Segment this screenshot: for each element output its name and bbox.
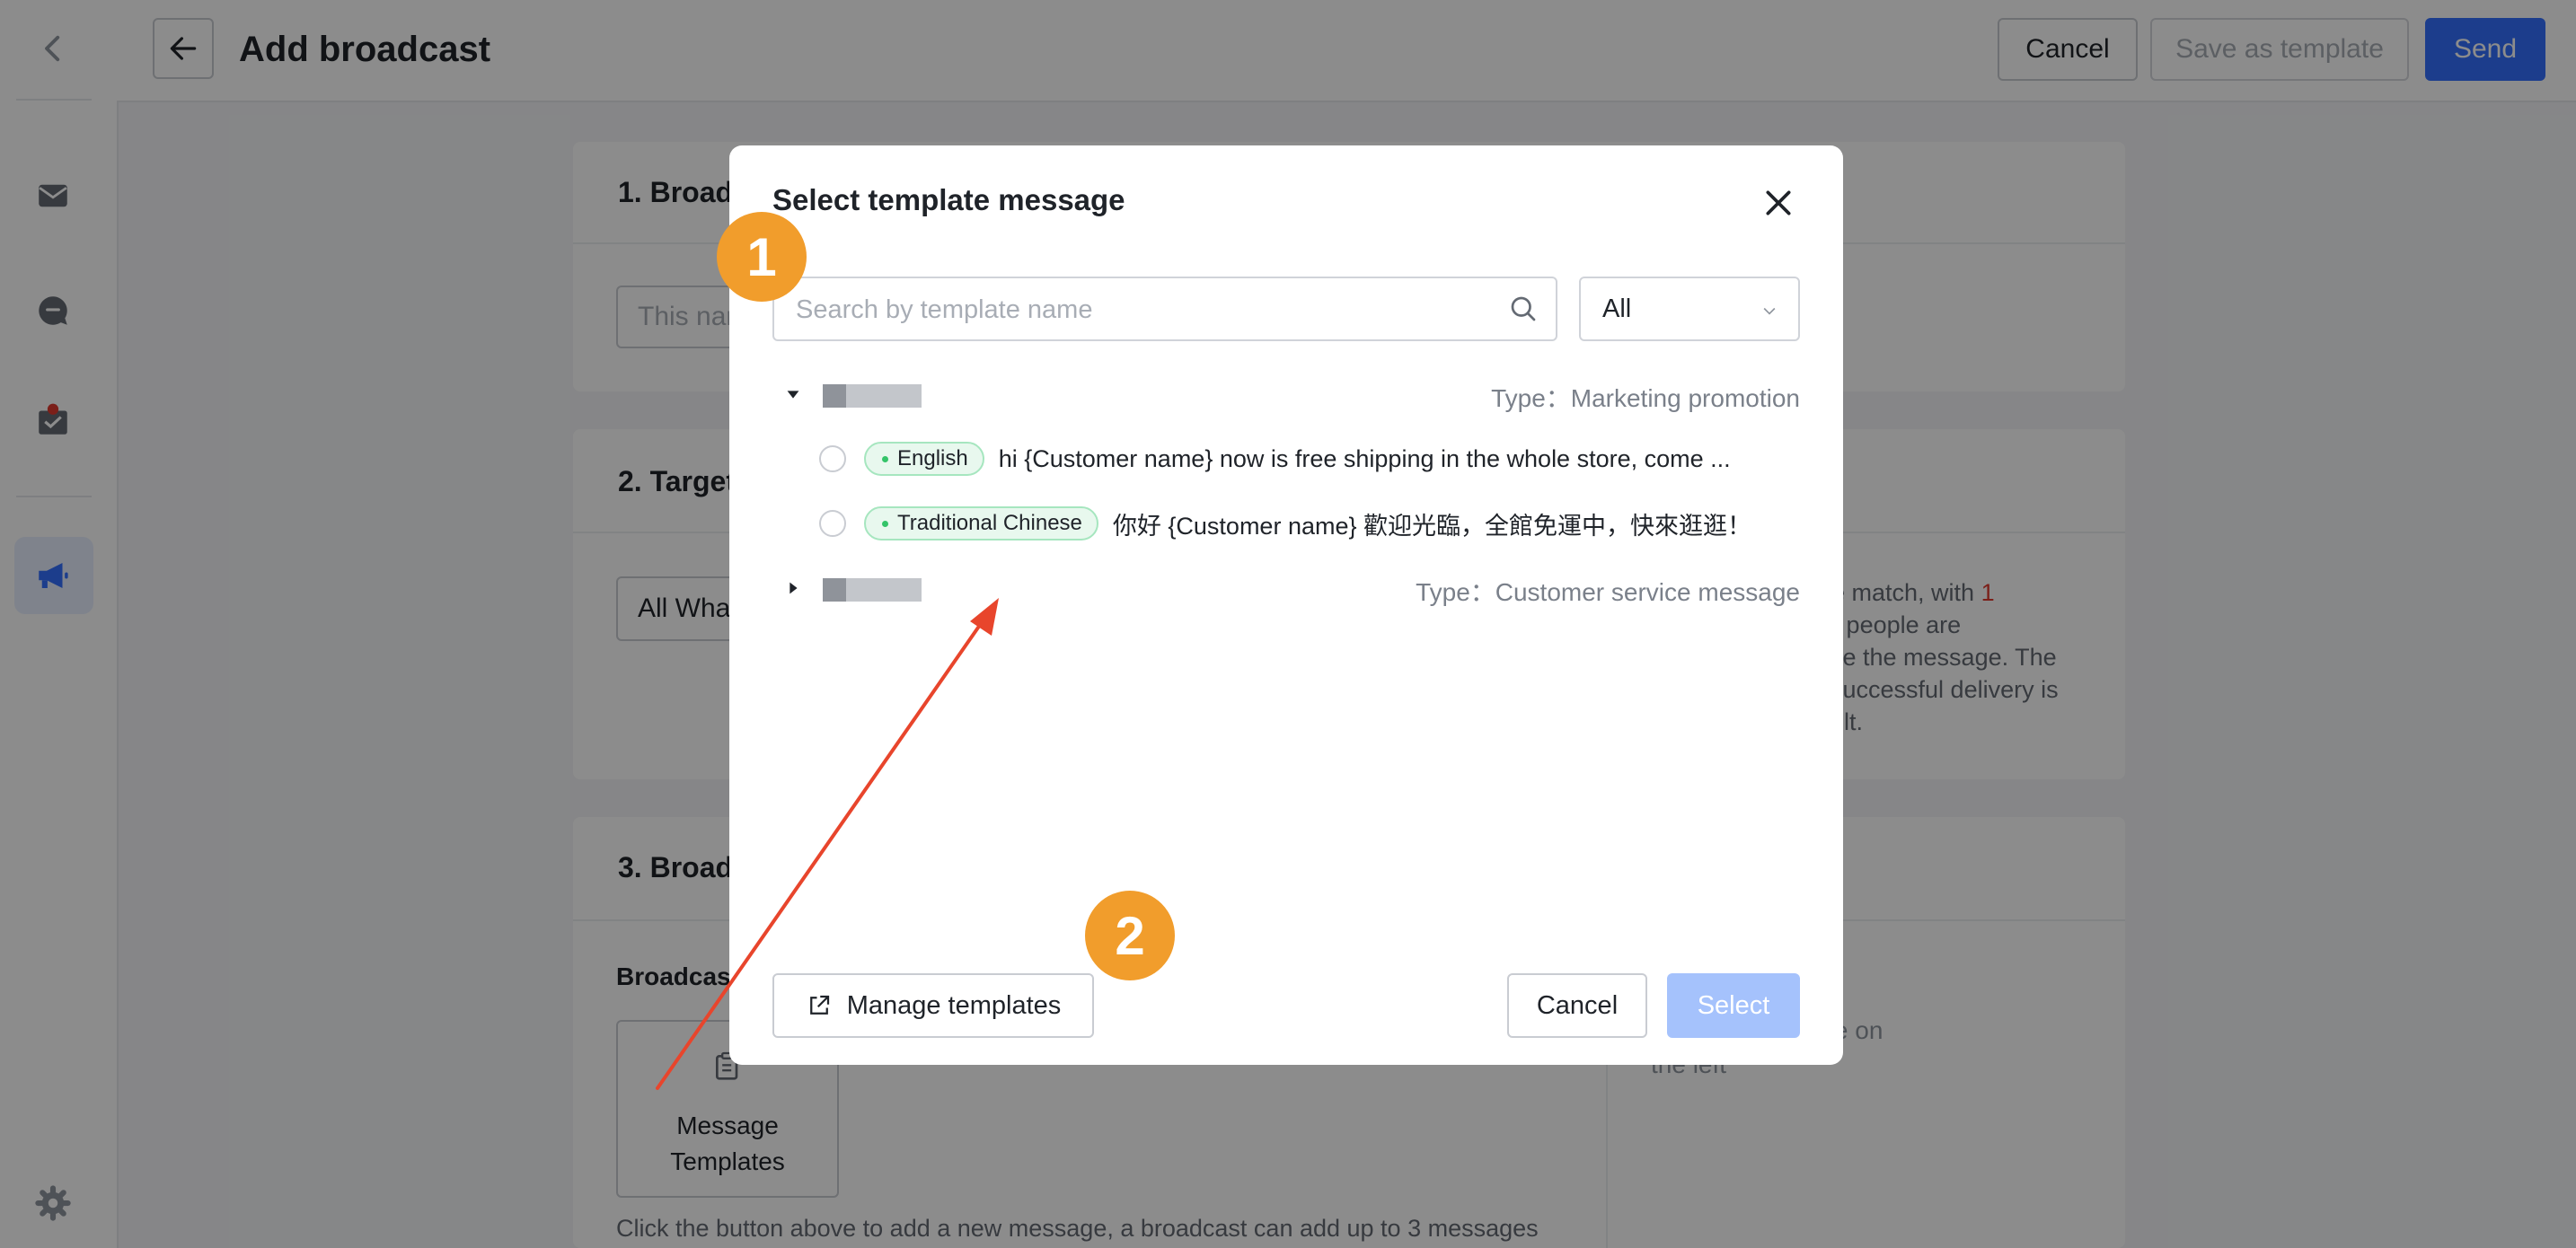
template-group[interactable]: Type：Marketing promotion	[772, 372, 1800, 417]
template-option[interactable]: English hi {Customer name} now is free s…	[819, 436, 1800, 481]
type-filter-select[interactable]: All	[1579, 277, 1800, 341]
redacted-group-name	[823, 578, 922, 602]
search-icon[interactable]	[1507, 293, 1539, 325]
manage-templates-button[interactable]: Manage templates	[772, 973, 1094, 1038]
template-option[interactable]: Traditional Chinese 你好 {Customer name} 歡…	[819, 501, 1800, 546]
group-type-label: Type：Customer service message	[1416, 578, 1800, 606]
modal-cancel-button[interactable]: Cancel	[1507, 973, 1647, 1038]
caret-down-icon[interactable]	[783, 384, 803, 404]
external-link-icon	[809, 995, 829, 1015]
template-radio[interactable]	[819, 445, 846, 472]
template-preview-text: 你好 {Customer name} 歡迎光臨，全館免運中，快來逛逛！	[1112, 512, 1751, 540]
template-radio[interactable]	[819, 510, 846, 537]
callout-badge-1: 1	[717, 212, 807, 302]
caret-right-icon[interactable]	[783, 578, 803, 598]
template-group[interactable]: Type：Customer service message	[772, 566, 1800, 611]
language-tag: Traditional Chinese	[864, 506, 1098, 541]
modal-title: Select template message	[772, 183, 1125, 216]
template-search	[772, 277, 1557, 341]
callout-badge-2: 2	[1085, 891, 1175, 980]
modal-select-button[interactable]: Select	[1667, 973, 1800, 1038]
search-input[interactable]	[794, 278, 1498, 341]
redacted-group-name	[823, 384, 922, 408]
type-filter-value: All	[1602, 294, 1632, 323]
select-template-modal: Select template message All Type：Marketi…	[729, 145, 1843, 1065]
chevron-down-icon	[1763, 307, 1776, 315]
group-type-label: Type：Marketing promotion	[1491, 384, 1800, 412]
language-tag: English	[864, 442, 984, 476]
template-preview-text: hi {Customer name} now is free shipping …	[998, 444, 1731, 472]
close-icon[interactable]	[1757, 181, 1800, 224]
manage-templates-label: Manage templates	[846, 990, 1062, 1020]
